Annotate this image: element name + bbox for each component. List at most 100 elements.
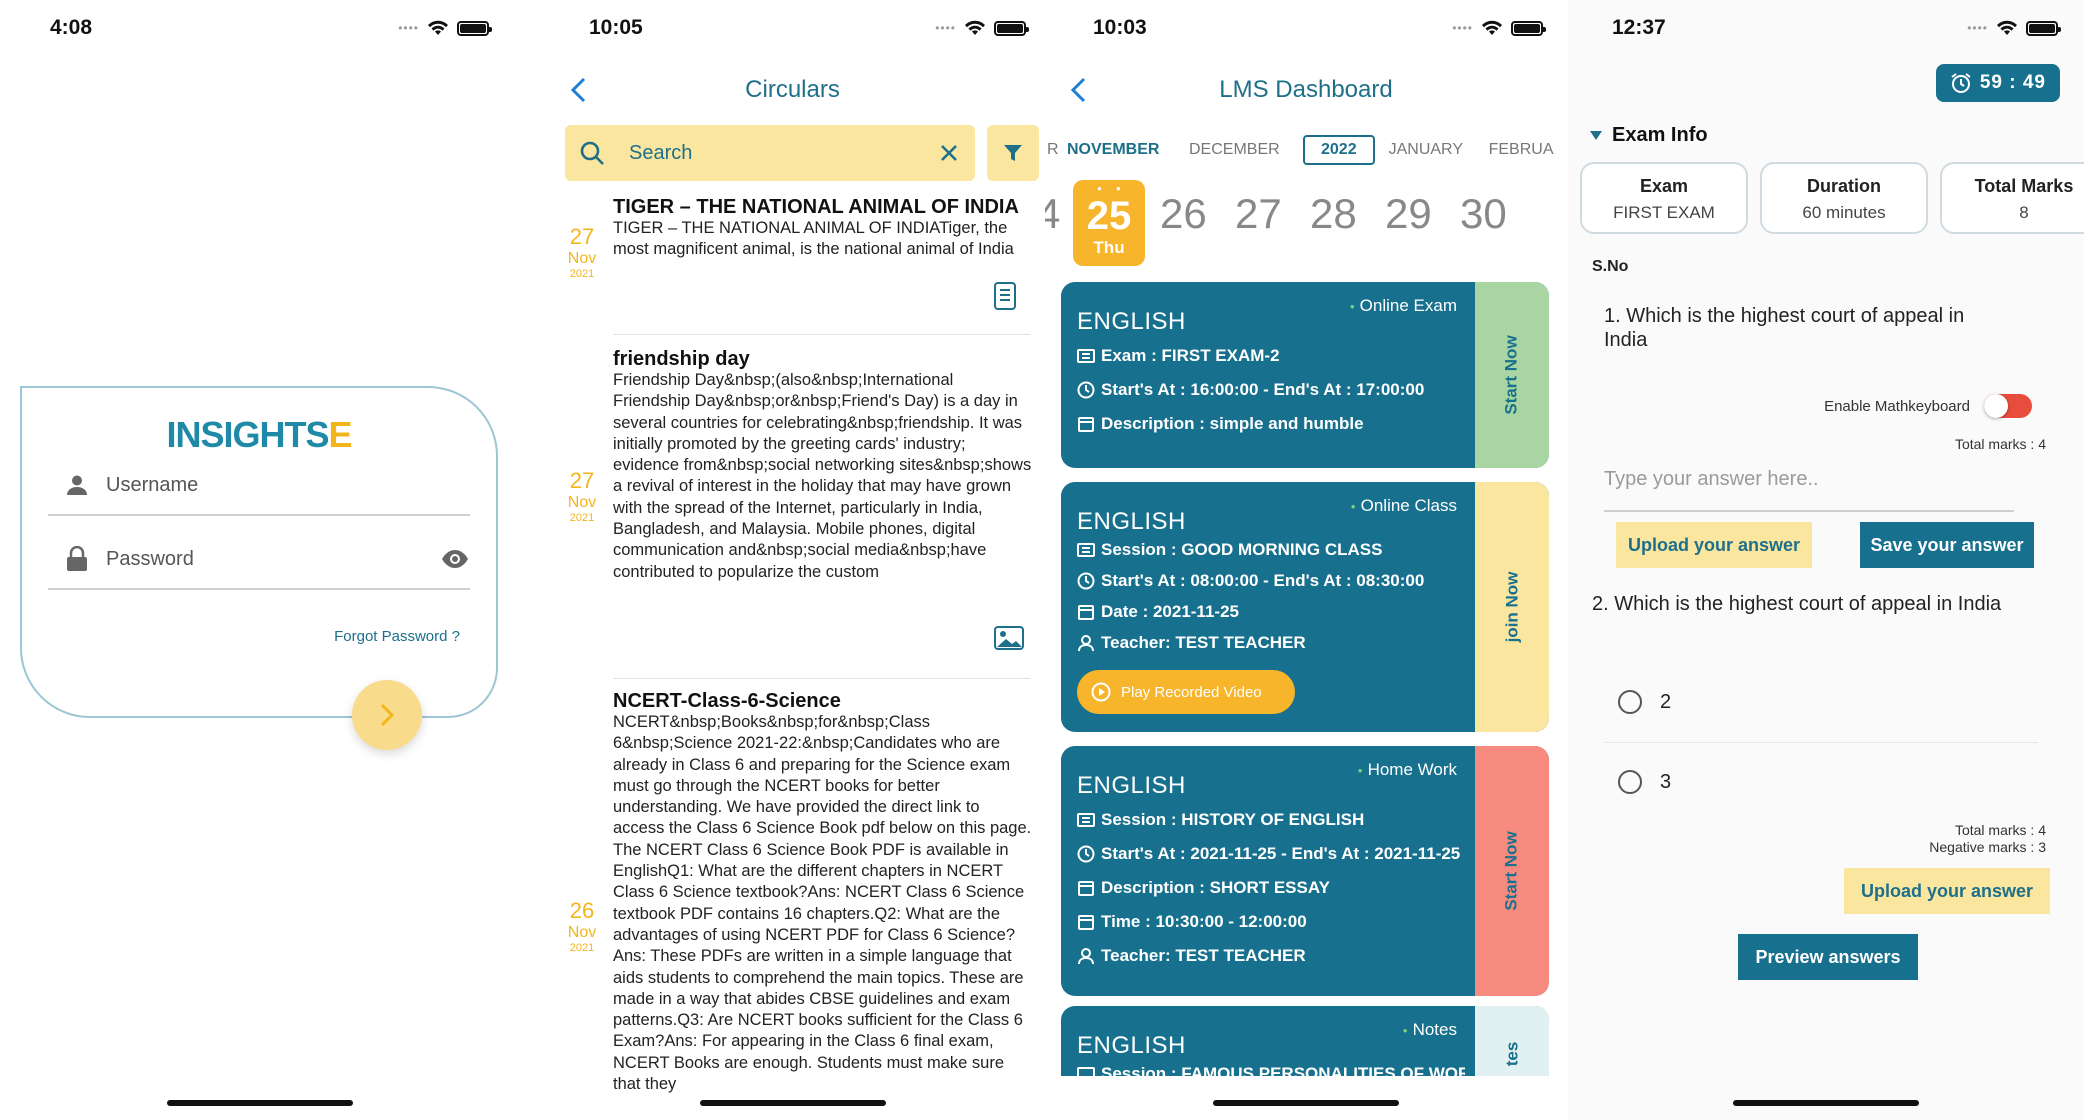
calendar-icon [1078, 915, 1094, 930]
card-subject: ENGLISH [1077, 772, 1186, 799]
day-item[interactable]: 27 [1235, 190, 1282, 238]
card-row: Session : HISTORY OF ENGLISH [1101, 810, 1365, 829]
preview-answers-button[interactable]: Preview answers [1738, 934, 1918, 980]
session-icon [1077, 813, 1095, 827]
image-icon[interactable] [994, 626, 1024, 656]
month-tab[interactable]: DECEMBER [1189, 141, 1303, 159]
clock-icon [1077, 381, 1095, 399]
battery-icon [1511, 20, 1546, 36]
wifi-icon [427, 20, 449, 36]
exam-timer: 59 : 49 [1935, 64, 2060, 102]
battery-icon [2026, 20, 2061, 36]
month-tab[interactable]: R [1047, 141, 1067, 159]
card-row: Start's At : 2021-11-25 - End's At : 202… [1101, 844, 1461, 863]
user-icon [62, 470, 92, 500]
card-row: Start's At : 16:00:00 - End's At : 17:00… [1101, 380, 1425, 399]
login-card: INSIGHTSE Username Password Forgot Passw… [20, 386, 498, 718]
card-row: Teacher: TEST TEACHER [1101, 946, 1306, 965]
circular-date: 27 Nov 2021 [567, 468, 597, 524]
clear-search-icon [941, 145, 957, 161]
card-row: Session : FAMOUS PERSONALITIES OF WOR [1101, 1064, 1465, 1076]
wifi-icon [964, 20, 986, 36]
question-2: 2. Which is the highest court of appeal … [1592, 593, 2002, 615]
start-now-button[interactable]: Start Now [1475, 746, 1549, 996]
radio-button[interactable] [1618, 690, 1642, 714]
day-item[interactable]: 4 [1045, 190, 1060, 238]
lms-card-online-exam[interactable]: Start Now Online Exam ENGLISH Exam : FIR… [1061, 282, 1549, 468]
signal-icon: •••• [1967, 21, 1988, 35]
card-subject: ENGLISH [1077, 308, 1186, 335]
day-item[interactable]: 30 [1460, 190, 1507, 238]
search-icon [580, 141, 604, 165]
forgot-password-link[interactable]: Forgot Password ? [334, 628, 460, 645]
toggle-switch[interactable] [1984, 394, 2032, 418]
wifi-icon [1481, 20, 1503, 36]
upload-answer-button[interactable]: Upload your answer [1616, 522, 1812, 568]
day-item[interactable]: 28 [1310, 190, 1357, 238]
calendar-icon [1078, 881, 1094, 896]
day-item[interactable]: 29 [1385, 190, 1432, 238]
card-row: Date : 2021-11-25 [1101, 602, 1239, 621]
calendar-icon [1078, 605, 1094, 620]
circular-date: 26 Nov 2021 [567, 898, 597, 954]
teacher-icon [1078, 635, 1094, 652]
home-indicator [1733, 1100, 1919, 1106]
sno-header: S.No [1592, 258, 1629, 275]
option-radio[interactable]: 2 [1618, 690, 1671, 714]
question-1-marks: Total marks : 4 [1954, 436, 2046, 452]
lms-card-home-work[interactable]: Start Now Home Work ENGLISH Session : HI… [1061, 746, 1549, 996]
username-field[interactable]: Username [48, 456, 470, 516]
login-submit-button[interactable] [352, 680, 422, 750]
clock-icon [1077, 572, 1095, 590]
search-input[interactable]: Search [565, 125, 975, 181]
day-item[interactable]: 26 [1160, 190, 1207, 238]
play-recorded-video-button[interactable]: Play Recorded Video [1077, 670, 1295, 714]
card-subject: ENGLISH [1077, 508, 1186, 535]
save-answer-button[interactable]: Save your answer [1860, 522, 2034, 568]
answer-input[interactable]: Type your answer here.. [1604, 468, 2014, 512]
start-now-button[interactable]: Start Now [1475, 282, 1549, 468]
upload-answer-button-2[interactable]: Upload your answer [1844, 868, 2050, 914]
password-field[interactable]: Password [48, 530, 470, 590]
filter-button[interactable] [987, 125, 1039, 181]
page-title: LMS Dashboard [1219, 76, 1393, 103]
selected-day[interactable]: ●● 25 Thu [1073, 180, 1145, 266]
alarm-clock-icon [1951, 73, 1971, 93]
notes-action-button[interactable]: tes [1475, 1006, 1549, 1076]
month-tab[interactable]: NOVEMBER [1067, 141, 1189, 159]
option-radio[interactable]: 3 [1618, 770, 1671, 794]
document-icon[interactable] [994, 282, 1024, 312]
question-2-marks: Total marks : 4 Negative marks : 3 [1929, 822, 2046, 855]
month-tab[interactable]: JANUARY [1389, 141, 1489, 159]
radio-button[interactable] [1618, 770, 1642, 794]
circulars-screen: 10:05 •••• Circulars Search 27 Nov 2021 … [545, 0, 1040, 1120]
signal-icon: •••• [1452, 21, 1473, 35]
clock-icon [1077, 845, 1095, 863]
circular-date: 27 Nov 2021 [567, 224, 597, 280]
battery-icon [457, 20, 492, 36]
status-bar: 10:05 •••• [545, 16, 1040, 46]
session-icon [1077, 1067, 1095, 1076]
circular-body: TIGER – THE NATIONAL ANIMAL OF INDIATige… [613, 219, 1014, 259]
info-total-marks: Total Marks 8 [1940, 162, 2084, 234]
show-password-icon[interactable] [440, 544, 470, 574]
join-now-button[interactable]: join Now [1475, 482, 1549, 732]
exam-info-toggle[interactable]: Exam Info [1590, 124, 1708, 147]
password-label: Password [106, 547, 194, 570]
teacher-icon [1078, 948, 1094, 965]
page-title: Circulars [745, 76, 840, 103]
year-selector[interactable]: 2022 [1303, 135, 1375, 165]
exam-screen: 12:37 •••• 59 : 49 Exam Info Exam FIRST … [1568, 0, 2084, 1120]
status-time: 10:03 [1093, 16, 1147, 39]
status-bar: 12:37 •••• [1568, 16, 2084, 46]
card-row: Description : simple and humble [1101, 414, 1364, 433]
month-tab[interactable]: FEBRUA [1489, 141, 1554, 159]
caret-down-icon [1590, 130, 1602, 140]
play-icon [1091, 682, 1111, 702]
status-bar: 10:03 •••• [1045, 16, 1567, 46]
lms-card-notes[interactable]: tes Notes ENGLISH Session : FAMOUS PERSO… [1061, 1006, 1549, 1076]
login-screen: 4:08 •••• INSIGHTSE Username Password Fo… [0, 0, 519, 1120]
app-logo: INSIGHTSE [166, 414, 352, 455]
mathkeyboard-toggle[interactable]: Enable Mathkeyboard [1824, 394, 2032, 418]
lms-card-online-class[interactable]: join Now Online Class ENGLISH Session : … [1061, 482, 1549, 732]
